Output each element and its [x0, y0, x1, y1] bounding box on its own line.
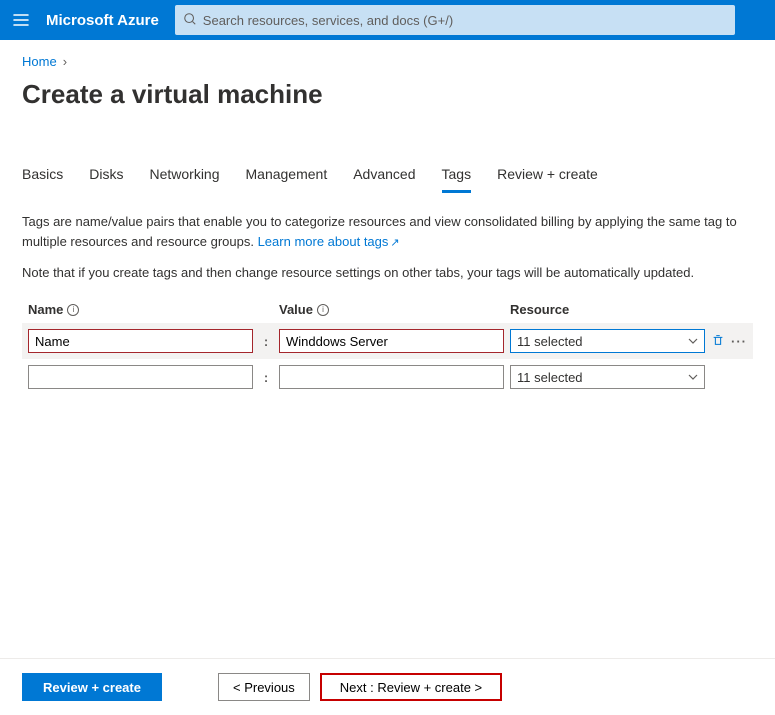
breadcrumb: Home ›	[22, 54, 753, 69]
top-bar: Microsoft Azure	[0, 0, 775, 40]
external-link-icon: ↗	[390, 237, 399, 249]
more-icon[interactable]: ···	[731, 334, 747, 349]
info-icon[interactable]: i	[317, 304, 329, 316]
tag-resource-select[interactable]: 11 selected	[510, 329, 705, 353]
tags-note: Note that if you create tags and then ch…	[22, 265, 753, 280]
tab-disks[interactable]: Disks	[89, 166, 123, 193]
review-create-button[interactable]: Review + create	[22, 673, 162, 701]
chevron-down-icon	[688, 370, 698, 385]
row-actions: ···	[711, 333, 761, 350]
tag-row: : 11 selected ···	[22, 323, 753, 359]
tag-name-input[interactable]	[28, 329, 253, 353]
tab-tags[interactable]: Tags	[442, 166, 472, 193]
chevron-down-icon	[688, 334, 698, 349]
tab-advanced[interactable]: Advanced	[353, 166, 415, 193]
brand-label: Microsoft Azure	[46, 12, 159, 29]
colon-separator: :	[259, 370, 273, 385]
search-box[interactable]	[175, 5, 735, 35]
tag-name-input[interactable]	[28, 365, 253, 389]
search-icon	[183, 12, 197, 29]
tab-management[interactable]: Management	[246, 166, 328, 193]
col-resource: Resource	[510, 302, 705, 317]
select-value: 11 selected	[517, 334, 583, 349]
tab-bar: Basics Disks Networking Management Advan…	[22, 166, 753, 194]
tags-table: Name i Value i Resource : 11 selected	[22, 302, 753, 395]
tab-networking[interactable]: Networking	[149, 166, 219, 193]
info-icon[interactable]: i	[67, 304, 79, 316]
tab-review[interactable]: Review + create	[497, 166, 598, 193]
tags-header-row: Name i Value i Resource	[22, 302, 753, 317]
next-button[interactable]: Next : Review + create >	[320, 673, 502, 701]
tag-value-input[interactable]	[279, 365, 504, 389]
tag-row: : 11 selected	[22, 359, 753, 395]
breadcrumb-home[interactable]: Home	[22, 54, 57, 69]
learn-more-link[interactable]: Learn more about tags↗	[258, 234, 400, 249]
tag-value-input[interactable]	[279, 329, 504, 353]
tag-resource-select[interactable]: 11 selected	[510, 365, 705, 389]
footer-bar: Review + create < Previous Next : Review…	[0, 658, 775, 715]
col-name: Name i	[28, 302, 253, 317]
previous-button[interactable]: < Previous	[218, 673, 310, 701]
main-content: Home › Create a virtual machine Basics D…	[0, 40, 775, 395]
tags-description: Tags are name/value pairs that enable yo…	[22, 212, 753, 251]
chevron-right-icon: ›	[63, 54, 67, 69]
colon-separator: :	[259, 334, 273, 349]
menu-icon[interactable]	[12, 11, 30, 29]
page-title: Create a virtual machine	[22, 79, 753, 110]
col-value: Value i	[279, 302, 504, 317]
select-value: 11 selected	[517, 370, 583, 385]
tab-basics[interactable]: Basics	[22, 166, 63, 193]
search-input[interactable]	[203, 13, 727, 28]
delete-icon[interactable]	[711, 333, 725, 350]
